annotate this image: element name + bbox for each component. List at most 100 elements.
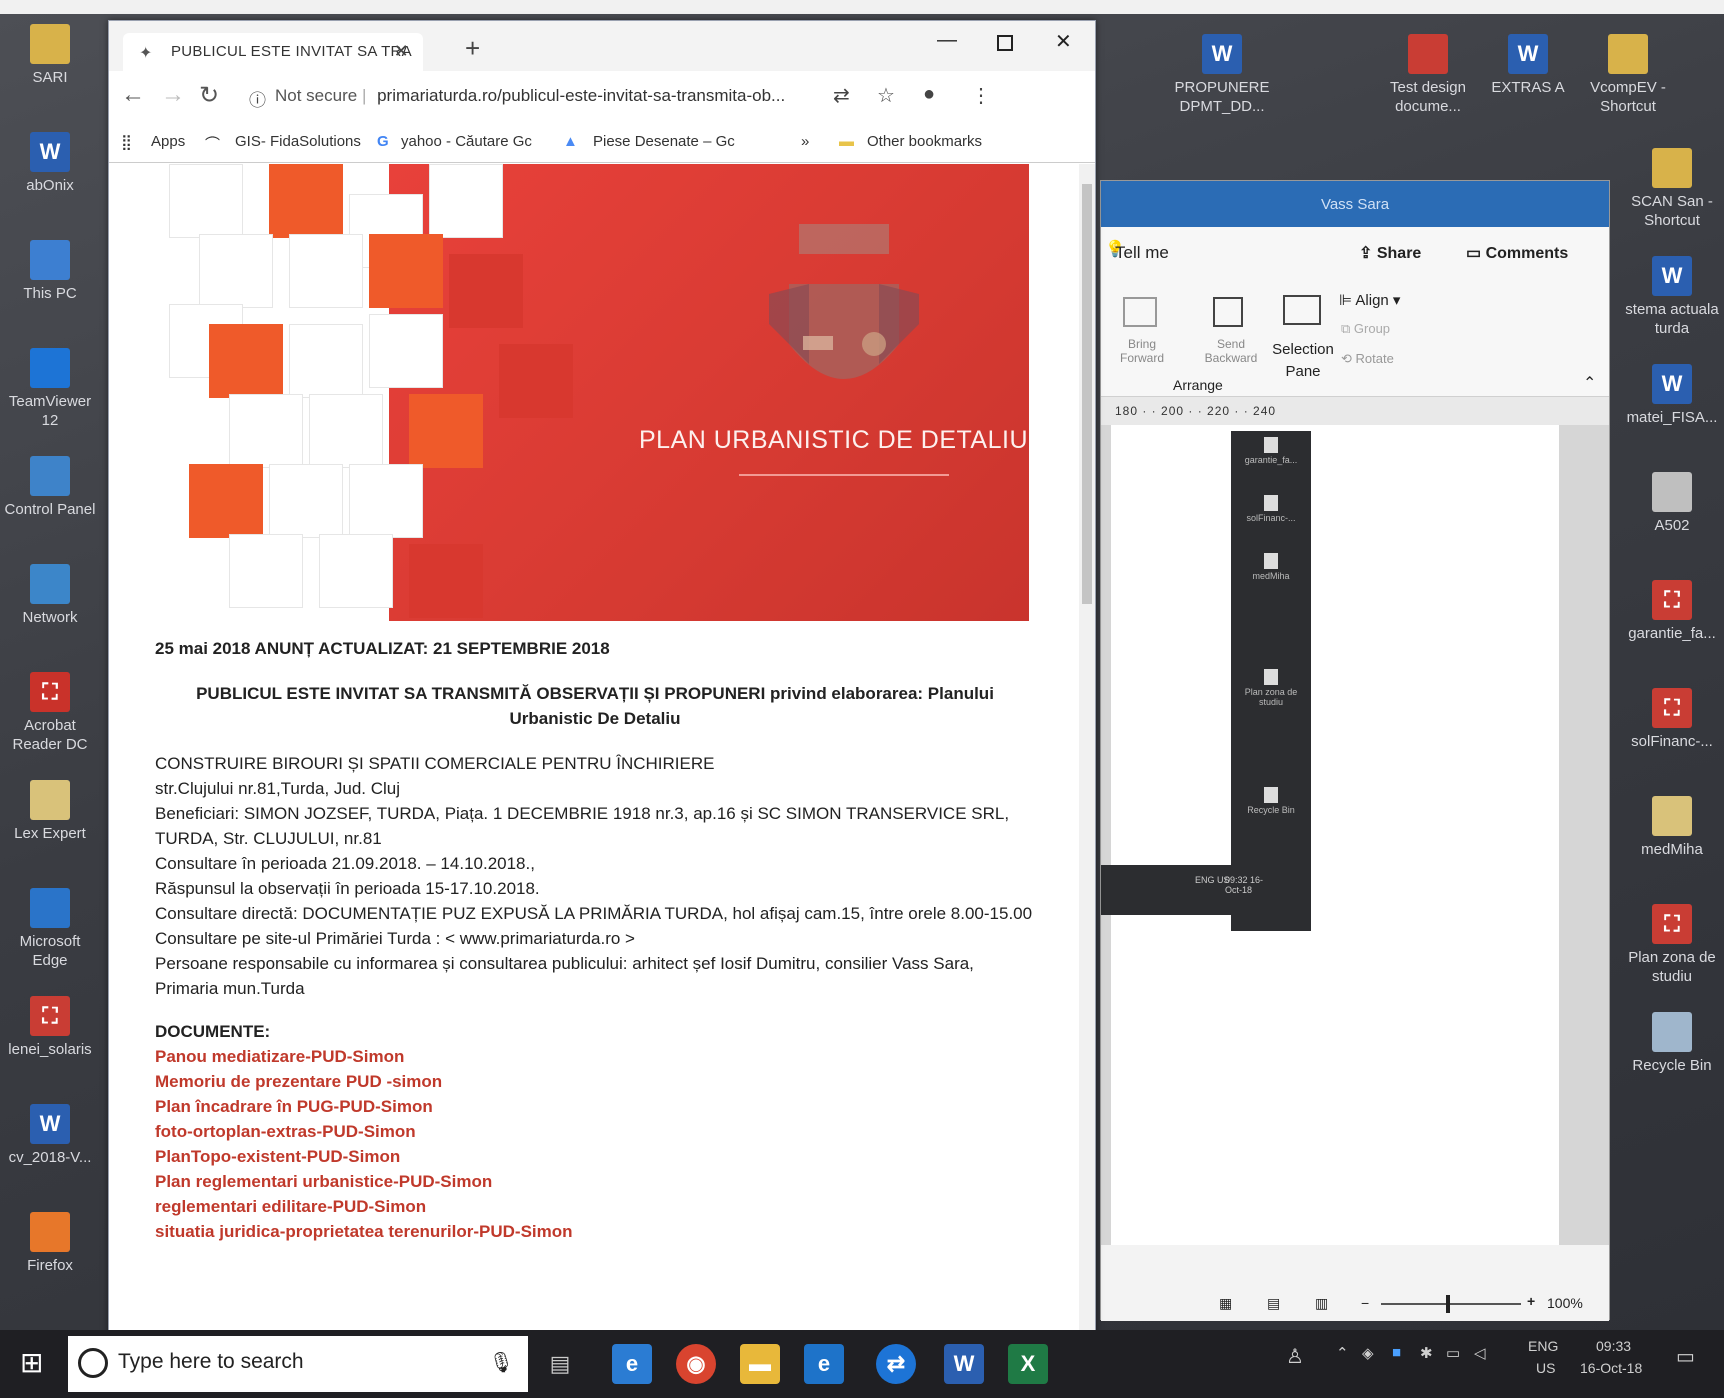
scrollbar[interactable] [1079,164,1095,1334]
browser-window[interactable]: ✦ PUBLICUL ESTE INVITAT SA TRA ✕ + — ✕ ←… [108,20,1096,1338]
share-button[interactable]: ⇪ Share [1359,243,1421,263]
document-link[interactable]: PlanTopo-existent-PUD-Simon [155,1144,1035,1169]
document-link[interactable]: foto-ortoplan-extras-PUD-Simon [155,1119,1035,1144]
document-link[interactable]: reglementari edilitare-PUD-Simon [155,1194,1035,1219]
language-bottom[interactable]: US [1536,1360,1555,1376]
web-layout-icon[interactable]: ▥ [1315,1295,1328,1312]
selection-pane-button[interactable]: Selection Pane [1263,339,1343,383]
collapse-ribbon-icon[interactable]: ⌃ [1583,373,1596,393]
reload-icon[interactable]: ↻ [199,81,219,110]
bookmark-yahoo[interactable]: yahoo - Căutare Gc [401,133,532,150]
desktop-icon[interactable]: SARI [0,24,100,87]
close-window-icon[interactable]: ✕ [1055,29,1072,54]
tray-app-icon[interactable]: ◈ [1362,1344,1374,1362]
document-link[interactable]: Panou mediatizare-PUD-Simon [155,1044,1035,1069]
microphone-icon[interactable]: 🎙 [489,1350,514,1375]
document-page[interactable] [1111,425,1559,1245]
new-tab-icon[interactable]: + [465,33,480,64]
tray-app3-icon[interactable]: ✱ [1420,1344,1433,1362]
excel-taskbar-icon[interactable]: X [1008,1344,1048,1384]
file-explorer-icon[interactable]: ▬ [740,1344,780,1384]
zoom-level[interactable]: 100% [1547,1295,1583,1311]
ie-icon[interactable]: e [804,1344,844,1384]
desktop-icon[interactable]: WabOnix [0,132,100,195]
menu-icon[interactable]: ⋮ [971,83,991,108]
zoom-out-icon[interactable]: − [1361,1295,1369,1311]
teamviewer-taskbar-icon[interactable]: ⇄ [876,1344,916,1384]
tray-chevron-icon[interactable]: ⌃ [1336,1344,1349,1362]
forward-icon[interactable]: → [161,81,185,109]
word-taskbar-icon[interactable]: W [944,1344,984,1384]
windows-start-icon[interactable]: ⊞ [20,1346,43,1379]
network-tray-icon[interactable]: ▭ [1446,1344,1460,1362]
read-mode-icon[interactable]: ▦ [1219,1295,1232,1312]
close-tab-icon[interactable]: ✕ [394,41,409,62]
address-bar[interactable]: ⓘ Not secure | primariaturda.ro/publicul… [249,78,1009,114]
desktop-icon[interactable]: medMiha [1622,796,1722,859]
edge-taskbar-icon[interactable]: e [612,1344,652,1384]
language-top[interactable]: ENG [1528,1338,1558,1354]
profile-icon[interactable]: ● [923,83,935,106]
align-button[interactable]: ⊫ Align ▾ [1339,291,1400,309]
print-layout-icon[interactable]: ▤ [1267,1295,1280,1312]
other-bookmarks[interactable]: Other bookmarks [867,133,982,150]
tell-me-box[interactable]: Tell me [1115,243,1169,263]
document-link[interactable]: Memoriu de prezentare PUD -simon [155,1069,1035,1094]
desktop-icon[interactable]: Network [0,564,100,627]
desktop-icon[interactable]: ⛶ Acrobat Reader DC [0,672,100,754]
back-icon[interactable]: ← [121,81,145,109]
bookmark-piese-desenate[interactable]: Piese Desenate – Gc [593,133,735,150]
bring-forward-button[interactable]: Bring Forward [1107,337,1177,365]
scroll-thumb[interactable] [1082,184,1092,604]
bookmark-gis[interactable]: GIS- FidaSolutions [235,133,361,150]
desktop-icon[interactable]: Control Panel [0,456,100,519]
desktop-icon[interactable]: Wstema actuala turda [1622,256,1722,338]
group-button[interactable]: ⧉ Group [1341,321,1390,337]
desktop-icon[interactable]: Wmatei_FISA... [1622,364,1722,427]
minimize-icon[interactable]: — [937,29,957,52]
document-link[interactable]: situatia juridica-proprietatea terenuril… [155,1219,1035,1244]
desktop-icon[interactable]: Wcv_2018-V... [0,1104,100,1167]
desktop-icon[interactable]: Microsoft Edge [0,888,100,970]
desktop-icon[interactable]: Recycle Bin [1622,1012,1722,1075]
bookmark-apps[interactable]: Apps [151,133,185,150]
desktop-icon[interactable]: W EXTRAS A [1478,34,1578,97]
clock-time[interactable]: 09:33 [1596,1338,1631,1354]
desktop-icon[interactable]: Lex Expert [0,780,100,843]
desktop-icon[interactable]: ⛶ solFinanc-... [1622,688,1722,751]
rotate-button[interactable]: ⟲ Rotate [1341,351,1394,367]
people-icon[interactable]: ♙ [1286,1344,1304,1369]
url-text[interactable]: primariaturda.ro/publicul-este-invitat-s… [377,86,785,105]
desktop-icon[interactable]: TeamViewer 12 [0,348,100,430]
translate-icon[interactable]: ⇄ [833,83,850,108]
desktop-icon[interactable]: ⛶ garantie_fa... [1622,580,1722,643]
volume-icon[interactable]: ◁ [1474,1344,1486,1362]
desktop-icon[interactable]: VcompEV - Shortcut [1578,34,1678,116]
comments-button[interactable]: ▭ Comments [1466,243,1568,263]
task-view-icon[interactable]: ▤ [540,1344,580,1384]
desktop-icon[interactable]: A502 [1622,472,1722,535]
document-link[interactable]: Plan reglementari urbanistice-PUD-Simon [155,1169,1035,1194]
chrome-icon[interactable]: ◉ [676,1344,716,1384]
desktop-icon[interactable]: W PROPUNERE DPMT_DD... [1172,34,1272,116]
search-box[interactable]: Type here to search 🎙 [68,1336,528,1392]
zoom-in-icon[interactable]: + [1527,1293,1535,1309]
desktop-icon[interactable]: Firefox [0,1212,100,1275]
desktop-icon[interactable]: Test design docume... [1378,34,1478,116]
desktop-icon[interactable]: This PC [0,240,100,303]
document-link[interactable]: Plan încadrare în PUG-PUD-Simon [155,1094,1035,1119]
star-icon[interactable]: ☆ [877,83,895,108]
notifications-icon[interactable]: ▭ [1676,1344,1695,1369]
desktop-icon[interactable]: ⛶ Plan zona de studiu [1622,904,1722,986]
bookmarks-overflow[interactable]: » [801,133,809,150]
zoom-slider[interactable] [1381,1303,1521,1305]
tab-active[interactable]: ✦ PUBLICUL ESTE INVITAT SA TRA ✕ [123,33,423,71]
desktop-icon[interactable]: ⛶ lenei_solaris [0,996,100,1059]
tray-app2-icon[interactable]: ■ [1392,1344,1401,1361]
desktop-icon[interactable]: SCAN San - Shortcut [1622,148,1722,230]
clock-date[interactable]: 16-Oct-18 [1580,1360,1642,1376]
zoom-slider-handle[interactable] [1446,1295,1450,1313]
send-backward-button[interactable]: Send Backward [1191,337,1271,365]
word-window[interactable]: Vass Sara 💡 Tell me ⇪ Share ▭ Comments B… [1100,180,1610,1321]
maximize-icon[interactable] [997,35,1013,51]
